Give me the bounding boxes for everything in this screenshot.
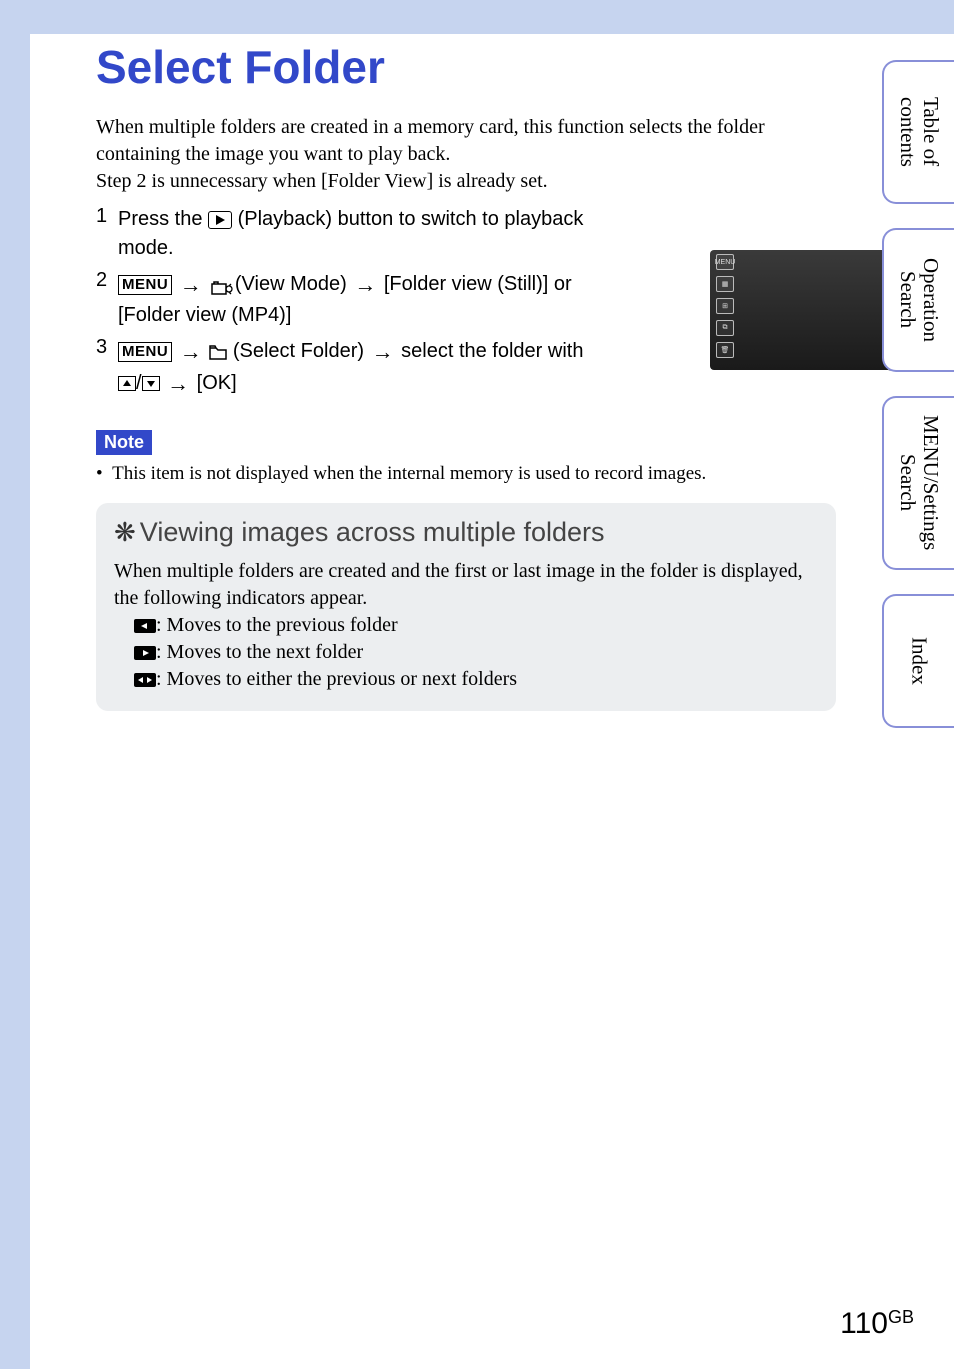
page-footer: 110GB — [840, 1307, 914, 1341]
folder-icon — [209, 337, 227, 366]
step-3-part2: select the folder with — [396, 340, 584, 362]
steps: 1 Press the (Playback) button to switch … — [96, 205, 606, 400]
tab-toc-label: Table of contents — [896, 62, 942, 202]
tip-box: ❋ Viewing images across multiple folders… — [96, 503, 836, 711]
step-3-part3: [OK] — [191, 372, 237, 394]
page-suffix: GB — [888, 1307, 914, 1327]
menu-box-icon: MENU — [118, 275, 172, 295]
step-2: 2 MENU → (View Mode) → [Folder view (Sti… — [96, 269, 606, 330]
playback-icon — [208, 211, 232, 229]
tip-title-row: ❋ Viewing images across multiple folders — [114, 517, 818, 548]
tip-body-text: When multiple folders are created and th… — [114, 560, 803, 609]
page-number: 110 — [840, 1307, 888, 1340]
main-content: Select Folder When multiple folders are … — [96, 40, 836, 711]
step-2-num: 2 — [96, 269, 118, 330]
tab-index-label: Index — [907, 637, 930, 685]
step-1-num: 1 — [96, 205, 118, 263]
thumb-delete-icon: 🗑 — [716, 342, 734, 358]
note-text: This item is not displayed when the inte… — [112, 463, 706, 484]
arrow-icon: → — [370, 336, 396, 368]
thumb-slideshow-icon: ⧉ — [716, 320, 734, 336]
tip-body: When multiple folders are created and th… — [114, 558, 818, 693]
arrow-icon: → — [178, 336, 204, 368]
intro-line-2: Step 2 is unnecessary when [Folder View]… — [96, 170, 548, 192]
prev-folder-icon — [134, 619, 156, 633]
tip-ind-prev: : Moves to the previous folder — [156, 614, 398, 636]
menu-box-icon: MENU — [118, 342, 172, 362]
tip-title: Viewing images across multiple folders — [140, 517, 605, 548]
step-2-body: MENU → (View Mode) → [Folder view (Still… — [118, 269, 606, 330]
thumb-menu-icon: MENU — [716, 254, 734, 270]
intro-line-1: When multiple folders are created in a m… — [96, 116, 765, 165]
next-folder-icon — [134, 646, 156, 660]
tab-operation-search[interactable]: Operation Search — [882, 228, 954, 372]
step-1: 1 Press the (Playback) button to switch … — [96, 205, 606, 263]
tab-menu-settings-label: MENU/Settings Search — [896, 398, 942, 568]
note-item: • This item is not displayed when the in… — [96, 463, 836, 485]
tab-toc[interactable]: Table of contents — [882, 60, 954, 204]
arrow-icon: → — [178, 269, 204, 301]
both-folder-icon — [134, 673, 156, 687]
down-key-icon — [142, 376, 160, 391]
tab-operation-label: Operation Search — [896, 230, 942, 370]
tip-bulb-icon: ❋ — [114, 517, 136, 548]
side-tabs: Table of contents Operation Search MENU/… — [882, 60, 954, 728]
tip-ind-next: : Moves to the next folder — [156, 641, 363, 663]
thumb-grid-icon: ⊞ — [716, 298, 734, 314]
left-bar — [0, 0, 30, 1369]
top-bar — [0, 0, 954, 34]
view-mode-icon — [209, 278, 229, 292]
tab-menu-settings-search[interactable]: MENU/Settings Search — [882, 396, 954, 570]
note-label: Note — [96, 430, 152, 455]
step-3-body: MENU → (Select Folder) → select the fold… — [118, 336, 606, 400]
arrow-icon: → — [165, 368, 191, 400]
arrow-icon: → — [352, 269, 378, 301]
step-1-body: Press the (Playback) button to switch to… — [118, 205, 606, 263]
step-3-num: 3 — [96, 336, 118, 400]
tab-index[interactable]: Index — [882, 594, 954, 728]
thumb-calendar-icon: ▦ — [716, 276, 734, 292]
step-3-part1: (Select Folder) — [233, 340, 370, 362]
tip-ind-both: : Moves to either the previous or next f… — [156, 668, 517, 690]
step-1-pre: Press the — [118, 208, 208, 230]
up-key-icon — [118, 376, 136, 391]
step-2-part1: (View Mode) — [235, 273, 352, 295]
step-3: 3 MENU → (Select Folder) → select the fo… — [96, 336, 606, 400]
intro-text: When multiple folders are created in a m… — [96, 114, 836, 195]
page-title: Select Folder — [96, 40, 836, 94]
